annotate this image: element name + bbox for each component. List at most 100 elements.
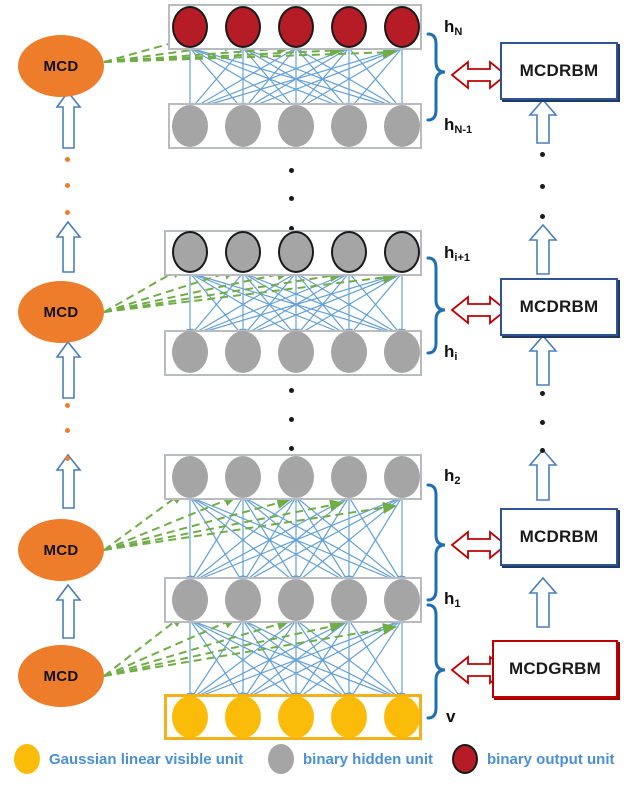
unit-h1-3[interactable] [278, 579, 314, 621]
double-arrow-lower [450, 530, 508, 560]
mcd-middle[interactable]: MCD [18, 281, 104, 343]
unit-hi-4[interactable] [331, 331, 367, 373]
unit-h1-4[interactable] [331, 579, 367, 621]
flow-arrow-rbm-middle-up [528, 223, 558, 275]
ellipsis-dot-mcd-6 [65, 456, 70, 461]
unit-hi-2[interactable] [225, 331, 261, 373]
layer-label-hi-sub: i [454, 351, 458, 363]
weights-h1-v [186, 619, 406, 702]
ellipsis-dot-rbm-1 [540, 152, 545, 157]
ellipsis-dot-rbm-3 [540, 214, 545, 219]
legend-item-visible: Gaussian linear visible unit [14, 744, 243, 774]
unit-hi-3[interactable] [278, 331, 314, 373]
ellipsis-dot-center-1 [289, 168, 294, 173]
flow-arrow-mcd-bottom-up [55, 583, 82, 639]
unit-hNm1-1[interactable] [172, 105, 208, 147]
mcd-top[interactable]: MCD [18, 35, 104, 97]
mcd-edges-lower [103, 490, 397, 551]
layer-label-v-base: v [446, 707, 456, 726]
layer-label-hNm1-base: h [444, 115, 455, 134]
unit-h2-2[interactable] [225, 456, 261, 498]
layer-label-v: v [446, 707, 455, 727]
mcd-bottom[interactable]: MCD [18, 645, 104, 707]
layer-label-h2-base: h [444, 466, 455, 485]
layer-label-hN-sub: N [454, 26, 463, 38]
unit-hN-5[interactable] [384, 6, 420, 48]
mcdrbm-lower[interactable]: MCDRBM [500, 508, 618, 566]
ellipsis-dot-rbm-6 [540, 448, 545, 453]
flow-arrow-mcd-middle-up [55, 220, 82, 273]
unit-v-5[interactable] [384, 696, 420, 738]
mcd-middle-label: MCD [43, 303, 79, 321]
mcd-lower[interactable]: MCD [18, 519, 104, 581]
layer-label-hN-base: h [444, 17, 455, 36]
flow-arrow-rbm-top [528, 98, 558, 144]
legend-label-output: binary output unit [487, 750, 615, 768]
ellipsis-dot-mcd-5 [65, 428, 70, 433]
mcdgrbm[interactable]: MCDGRBM [492, 640, 618, 698]
mcd-top-label: MCD [43, 57, 79, 75]
legend-item-output: binary output unit [452, 744, 614, 774]
layer-label-h2-sub: 2 [454, 475, 461, 487]
ellipsis-dot-rbm-2 [540, 184, 545, 189]
unit-hi1-4[interactable] [331, 231, 367, 273]
mcd-lower-label: MCD [43, 541, 79, 559]
unit-h1-5[interactable] [384, 579, 420, 621]
unit-v-2[interactable] [225, 696, 261, 738]
mcdgrbm-label: MCDGRBM [508, 659, 602, 678]
unit-hi1-2[interactable] [225, 231, 261, 273]
layer-label-hNm1: hN-1 [444, 115, 473, 136]
unit-hNm1-5[interactable] [384, 105, 420, 147]
unit-hNm1-2[interactable] [225, 105, 261, 147]
weights-hN-hNm1 [186, 47, 406, 112]
layer-label-hN: hN [444, 17, 463, 38]
unit-v-4[interactable] [331, 696, 367, 738]
layer-label-h1-base: h [444, 589, 455, 608]
layer-label-hi-base: h [444, 342, 455, 361]
weights-h2-h1 [186, 496, 406, 585]
unit-hNm1-3[interactable] [278, 105, 314, 147]
unit-hN-1[interactable] [172, 6, 208, 48]
mcd-edges-bottom [103, 613, 397, 677]
unit-h2-5[interactable] [384, 456, 420, 498]
ellipsis-dot-center-5 [289, 417, 294, 422]
legend-item-hidden: binary hidden unit [268, 744, 433, 774]
unit-h1-1[interactable] [172, 579, 208, 621]
unit-hN-3[interactable] [278, 6, 314, 48]
ellipsis-dot-center-4 [289, 388, 294, 393]
layer-label-h1: h1 [444, 589, 461, 610]
layer-label-hi1-sub: i+1 [454, 252, 470, 264]
brace-middle [426, 256, 446, 355]
unit-hi-1[interactable] [172, 331, 208, 373]
flow-arrow-mcd-lower-up [55, 453, 82, 509]
unit-hN-2[interactable] [225, 6, 261, 48]
layer-label-hi: hi [444, 342, 458, 363]
layer-label-h1-sub: 1 [454, 598, 461, 610]
unit-h2-4[interactable] [331, 456, 367, 498]
unit-hi1-1[interactable] [172, 231, 208, 273]
unit-hi1-5[interactable] [384, 231, 420, 273]
unit-h2-3[interactable] [278, 456, 314, 498]
mcdrbm-top[interactable]: MCDRBM [500, 42, 618, 100]
layer-label-hNm1-sub: N-1 [454, 124, 473, 136]
unit-h1-2[interactable] [225, 579, 261, 621]
legend-label-visible: Gaussian linear visible unit [49, 750, 244, 768]
unit-hN-4[interactable] [331, 6, 367, 48]
unit-v-1[interactable] [172, 696, 208, 738]
mcdrbm-middle[interactable]: MCDRBM [500, 278, 618, 336]
unit-h2-1[interactable] [172, 456, 208, 498]
ellipsis-dot-center-2 [289, 196, 294, 201]
flow-arrow-mcd-middle-down [55, 340, 82, 399]
unit-v-3[interactable] [278, 696, 314, 738]
brace-top [426, 32, 446, 122]
ellipsis-dot-rbm-5 [540, 420, 545, 425]
unit-hi-5[interactable] [384, 331, 420, 373]
legend-swatch-hidden-icon [268, 744, 294, 774]
ellipsis-dot-rbm-4 [540, 391, 545, 396]
layer-label-hi1: hi+1 [444, 243, 470, 264]
layer-label-h2: h2 [444, 466, 461, 487]
flow-arrow-rbm-middle-down [528, 334, 558, 386]
unit-hi1-3[interactable] [278, 231, 314, 273]
layer-label-hi1-base: h [444, 243, 455, 262]
unit-hNm1-4[interactable] [331, 105, 367, 147]
